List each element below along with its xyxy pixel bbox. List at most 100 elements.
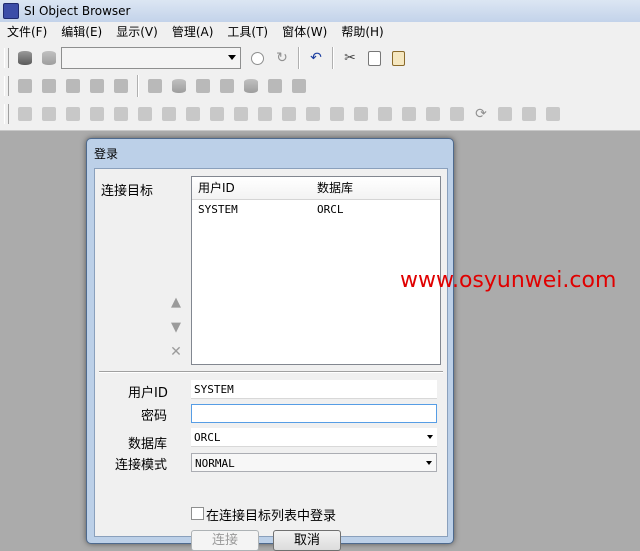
list-item[interactable]: SYSTEM ORCL [192,200,440,220]
tool-button[interactable] [14,103,36,125]
toolbar-radio[interactable] [251,51,264,65]
tool-button[interactable] [86,75,108,97]
login-dialog: 登录 连接目标 用户ID 数据库 SYSTEM ORCL ▲ ▼ ✕ 用户ID … [86,138,454,551]
refresh-button[interactable]: ↻ [271,47,293,69]
wand-icon [90,79,104,93]
column-header-database[interactable]: 数据库 [311,177,353,199]
tool-button[interactable] [288,75,310,97]
tool-button[interactable] [86,103,108,125]
tool-button[interactable] [216,75,238,97]
delete-icon[interactable]: ✕ [169,344,183,360]
toolbar-separator [332,47,334,69]
toolbar-grip[interactable] [4,48,9,68]
dialog-body: 连接目标 用户ID 数据库 SYSTEM ORCL ▲ ▼ ✕ 用户ID SYS… [94,168,448,551]
menu-edit[interactable]: 编辑(E) [54,22,109,42]
tool-button[interactable] [158,103,180,125]
menu-manage[interactable]: 管理(A) [165,22,221,42]
toolbar-grip[interactable] [4,104,9,124]
paste-icon [391,50,405,66]
connection-combo[interactable] [61,47,241,69]
document-icon [42,79,56,93]
export-icon [114,79,128,93]
tree-icon [282,107,296,121]
tool-button[interactable] [38,75,60,97]
targets-label: 连接目标 [101,184,154,199]
tool-button[interactable] [168,75,190,97]
package-icon [268,79,282,93]
sql-button[interactable] [14,75,36,97]
save-icon [90,107,104,121]
function-icon [186,107,200,121]
package-icon [210,107,224,121]
tool-button[interactable] [350,103,372,125]
trigger-icon [258,107,272,121]
tool-button[interactable] [446,103,468,125]
database-dropdown[interactable]: ORCL [191,428,437,447]
tool-button[interactable] [192,75,214,97]
checkbox-label[interactable]: 在连接目标列表中登录 [206,505,336,524]
tool-button[interactable] [374,103,396,125]
menu-file[interactable]: 文件(F) [0,22,54,42]
tool-button[interactable] [38,103,60,125]
connect-button[interactable] [14,47,36,69]
synonym-icon [138,107,152,121]
tool-button[interactable] [62,75,84,97]
tool-button[interactable] [398,103,420,125]
cut-icon: ✂ [344,50,356,66]
tool-button[interactable] [264,75,286,97]
cut-button[interactable]: ✂ [339,47,361,69]
menu-view[interactable]: 显示(V) [109,22,165,42]
tool-button[interactable] [206,103,228,125]
connect-button[interactable]: 连接 [191,530,259,551]
copy-button[interactable] [363,47,385,69]
tool-button[interactable] [302,103,324,125]
column-header-user-id[interactable]: 用户ID [192,177,311,199]
tool-button[interactable] [542,103,564,125]
tool-button[interactable] [230,103,252,125]
toolbar-objects [0,72,311,100]
tool-button[interactable] [326,103,348,125]
app-icon [3,3,19,19]
move-down-icon[interactable]: ▼ [169,320,183,335]
refresh-icon: ⟳ [475,106,487,122]
move-up-icon[interactable]: ▲ [169,295,183,310]
login-in-target-list-checkbox[interactable] [191,507,204,520]
tool-button[interactable] [134,103,156,125]
undo-button[interactable]: ↶ [305,47,327,69]
session-icon [196,79,210,93]
user-icon [148,79,162,93]
user-id-field[interactable]: SYSTEM [191,380,437,399]
menu-help[interactable]: 帮助(H) [334,22,390,42]
tool-button[interactable] [144,75,166,97]
edit-icon [402,107,416,121]
divider [99,371,443,373]
tool-button[interactable] [62,103,84,125]
password-field[interactable] [191,404,437,423]
tool-button[interactable] [254,103,276,125]
package-body-icon [234,107,248,121]
tool-button[interactable] [422,103,444,125]
connection-mode-dropdown[interactable]: NORMAL [191,453,437,472]
menu-tools[interactable]: 工具(T) [220,22,275,42]
tool-button[interactable] [494,103,516,125]
tool-button[interactable] [110,103,132,125]
toolbar-grip[interactable] [4,76,9,96]
menu-window[interactable]: 窗体(W) [275,22,334,42]
disconnect-button[interactable] [38,47,60,69]
tool-button[interactable] [278,103,300,125]
library-icon [522,107,536,121]
paste-button[interactable] [387,47,409,69]
tool-button[interactable] [518,103,540,125]
refresh-icon: ↻ [276,50,288,66]
sequence-icon [114,107,128,121]
tool-button[interactable] [240,75,262,97]
database-value: ORCL [194,431,221,444]
chevron-down-icon [228,55,236,60]
snapshot-icon [426,107,440,121]
tool-button[interactable]: ⟳ [470,103,492,125]
tool-button[interactable] [182,103,204,125]
user-id-label: 用户ID [128,386,168,401]
menu-bar: 文件(F) 编辑(E) 显示(V) 管理(A) 工具(T) 窗体(W) 帮助(H… [0,22,640,42]
cancel-button[interactable]: 取消 [273,530,341,551]
tool-button[interactable] [110,75,132,97]
